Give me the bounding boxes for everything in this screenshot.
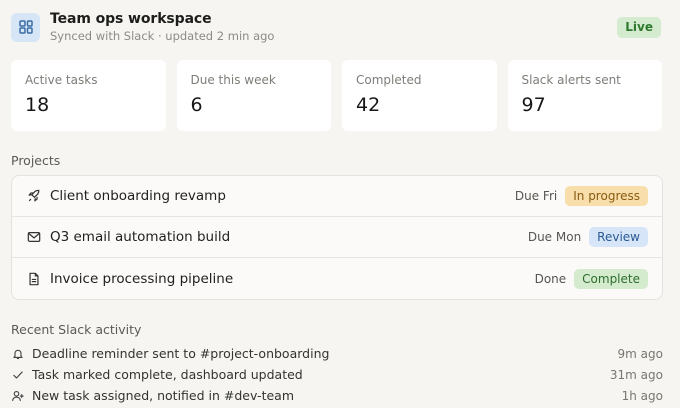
project-name: Invoice processing pipeline (50, 270, 234, 287)
stat-label: Active tasks (25, 73, 98, 87)
status-badge: Complete (574, 268, 648, 289)
project-row-invoice-pipeline[interactable]: Invoice processing pipeline Done Complet… (12, 258, 662, 299)
rocket-icon (26, 188, 42, 204)
project-due: Done (534, 271, 567, 286)
projects-heading: Projects (11, 153, 61, 168)
project-row-client-onboarding[interactable]: Client onboarding revamp Due Fri In prog… (12, 176, 662, 217)
live-status-badge: Live (617, 16, 661, 38)
workspace-dashboard: Team ops workspace Synced with Slack · u… (0, 0, 680, 408)
status-badge: In progress (565, 186, 648, 206)
grid-icon (11, 12, 40, 42)
stat-value: 97 (521, 94, 546, 116)
stat-card-slack-alerts[interactable]: Slack alerts sent 97 (507, 60, 662, 131)
project-name: Client onboarding revamp (50, 188, 226, 204)
activity-time: 31m ago (609, 367, 663, 382)
activity-item[interactable]: Deadline reminder sent to #project-onboa… (11, 343, 663, 364)
stats-row: Active tasks 18 Due this week 6 Complete… (11, 60, 662, 131)
document-icon (26, 271, 42, 287)
user-plus-icon (11, 389, 25, 403)
stat-label: Due this week (190, 73, 276, 87)
mail-icon (26, 229, 42, 245)
check-icon (11, 368, 25, 382)
activity-item[interactable]: Task marked complete, dashboard updated … (11, 364, 663, 385)
activity-text: New task assigned, notified in #dev-team (32, 388, 294, 403)
header-text: Team ops workspace Synced with Slack · u… (50, 11, 617, 44)
projects-list: Client onboarding revamp Due Fri In prog… (11, 175, 663, 300)
header: Team ops workspace Synced with Slack · u… (11, 10, 662, 44)
activity-list: Deadline reminder sent to #project-onboa… (11, 343, 663, 406)
stat-card-due-this-week[interactable]: Due this week 6 (176, 60, 331, 131)
sync-status: Synced with Slack · updated 2 min ago (50, 28, 275, 43)
stat-value: 18 (25, 94, 50, 116)
stat-card-active-tasks[interactable]: Active tasks 18 (11, 60, 166, 131)
stat-label: Slack alerts sent (521, 73, 621, 87)
activity-time: 1h ago (621, 388, 663, 403)
activity-text: Task marked complete, dashboard updated (32, 367, 303, 382)
project-name: Q3 email automation build (50, 229, 231, 245)
status-badge: Review (589, 227, 648, 247)
stat-value: 6 (190, 94, 203, 116)
bell-icon (11, 347, 25, 361)
stat-card-completed[interactable]: Completed 42 (342, 60, 497, 131)
stat-label: Completed (356, 73, 422, 87)
activity-heading: Recent Slack activity (11, 322, 142, 337)
stat-value: 42 (356, 94, 381, 116)
project-due: Due Mon (527, 230, 582, 244)
page-title: Team ops workspace (50, 10, 212, 27)
project-row-q3-email[interactable]: Q3 email automation build Due Mon Review (12, 217, 662, 258)
activity-text: Deadline reminder sent to #project-onboa… (32, 346, 330, 361)
project-due: Due Fri (514, 189, 558, 203)
activity-time: 9m ago (617, 346, 663, 361)
activity-item[interactable]: New task assigned, notified in #dev-team… (11, 385, 663, 406)
